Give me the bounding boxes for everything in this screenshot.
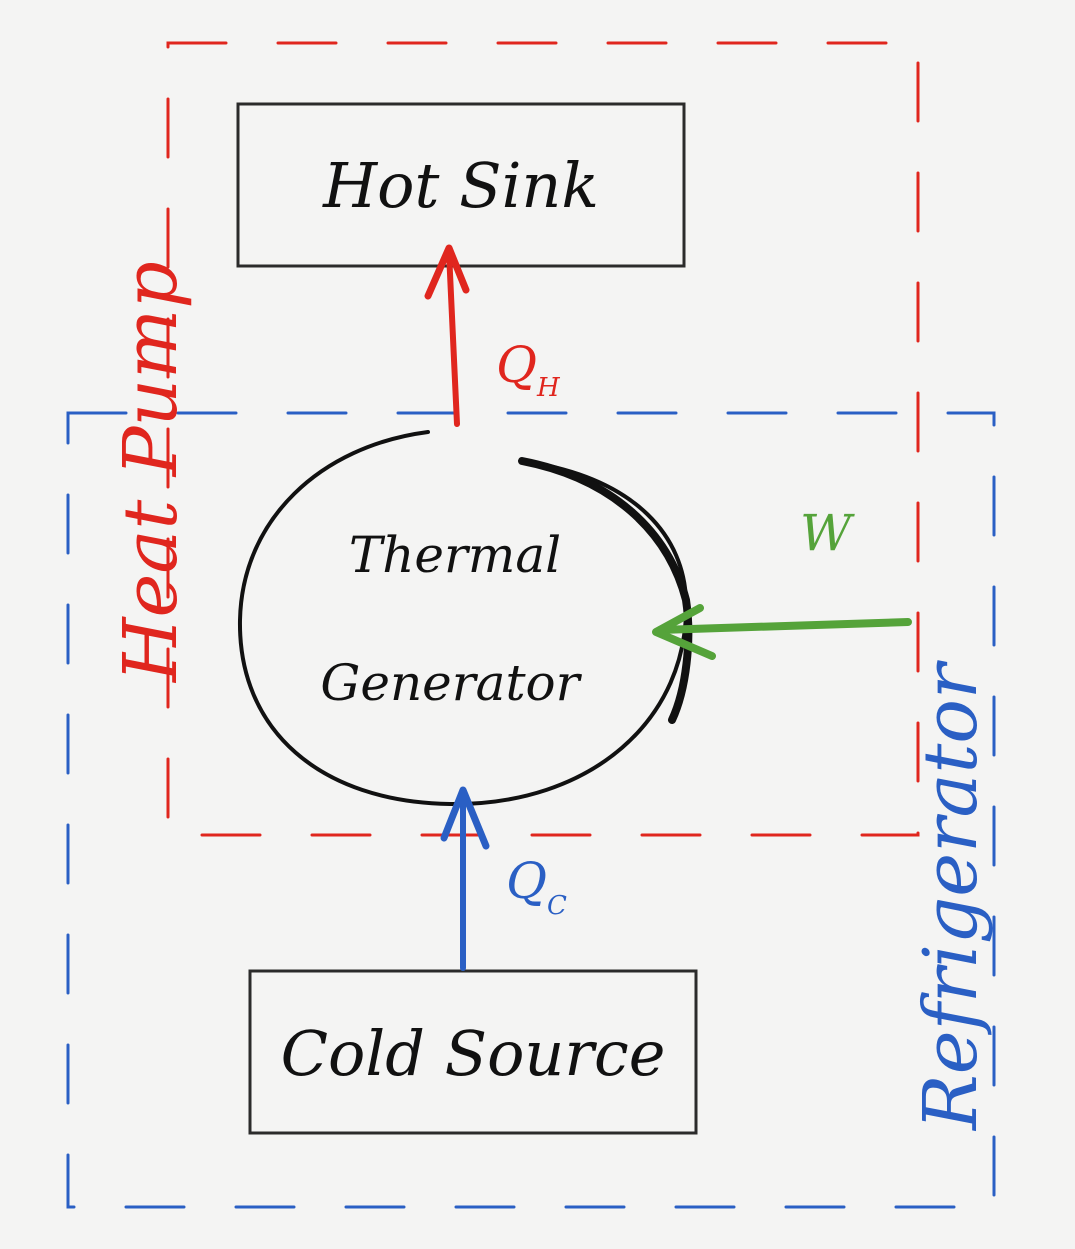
work-arrow-shaft bbox=[656, 618, 912, 634]
refrigerator-region-label: Refrigerator bbox=[908, 659, 994, 1132]
heat-hot-symbol: Q bbox=[496, 336, 537, 394]
heat-cold-symbol: Q bbox=[506, 852, 547, 910]
thermal-cycle-diagram: Hot Sink Cold Source Thermal Generator Q… bbox=[0, 0, 1075, 1249]
cold-source-label: Cold Source bbox=[281, 1017, 666, 1090]
heat-pump-region-label: Heat Pump bbox=[108, 261, 194, 684]
diagram-canvas: Hot Sink Cold Source Thermal Generator Q… bbox=[66, 41, 996, 1209]
work-label: W bbox=[800, 504, 855, 562]
generator-cycle bbox=[237, 430, 689, 807]
hot-sink-label: Hot Sink bbox=[322, 149, 599, 222]
heat-hot-subscript: H bbox=[536, 373, 561, 403]
generator-label-line2: Generator bbox=[320, 654, 582, 712]
heat-hot-label: QH bbox=[496, 336, 561, 403]
generator-label-line1: Thermal bbox=[349, 526, 561, 584]
heat-cold-label: QC bbox=[506, 852, 567, 921]
heat-hot-arrow-shaft bbox=[446, 249, 460, 427]
heat-cold-subscript: C bbox=[547, 891, 567, 921]
